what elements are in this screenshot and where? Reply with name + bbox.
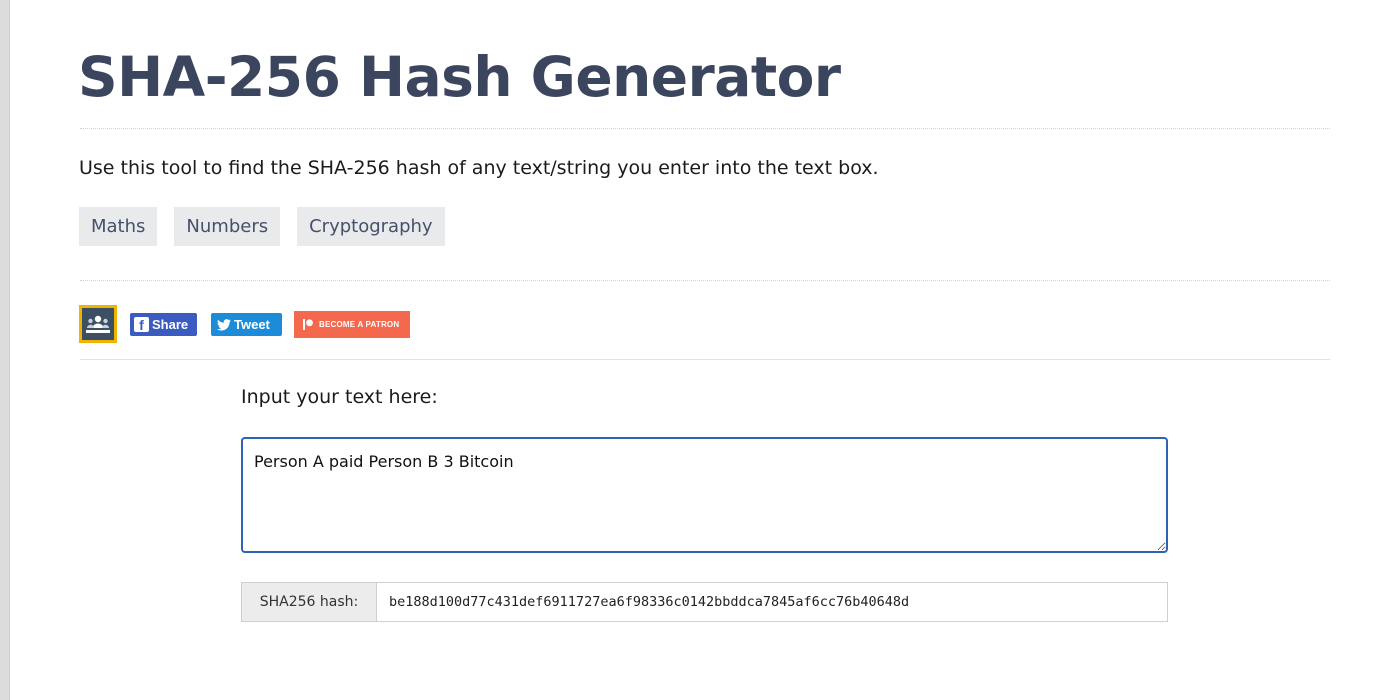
title-divider — [80, 128, 1330, 129]
tag-cryptography[interactable]: Cryptography — [297, 207, 445, 246]
facebook-share-label: Share — [152, 317, 189, 332]
tag-maths[interactable]: Maths — [79, 207, 158, 246]
twitter-tweet-label: Tweet — [234, 317, 270, 332]
twitter-bird-icon — [217, 318, 231, 331]
hash-value[interactable]: be188d100d77c431def6911727ea6f98336c0142… — [377, 583, 1167, 621]
social-divider — [80, 359, 1330, 360]
page-title: SHA-256 Hash Generator — [78, 45, 841, 109]
tag-list: Maths Numbers Cryptography — [79, 207, 445, 246]
tags-divider — [80, 280, 1330, 281]
page-edge-scrollbar — [0, 0, 10, 700]
facebook-icon: f — [134, 317, 149, 333]
twitter-tweet-button[interactable]: Tweet — [211, 313, 282, 336]
page-description: Use this tool to find the SHA-256 hash o… — [79, 157, 879, 179]
text-input[interactable]: Person A paid Person B 3 Bitcoin — [241, 437, 1168, 553]
input-label: Input your text here: — [241, 386, 438, 408]
google-classroom-icon — [82, 308, 114, 340]
patreon-icon — [303, 319, 313, 330]
patreon-label: BECOME A PATRON — [319, 320, 400, 329]
hash-label: SHA256 hash: — [242, 583, 377, 621]
facebook-share-button[interactable]: f Share — [130, 313, 197, 336]
tag-numbers[interactable]: Numbers — [174, 207, 281, 246]
google-classroom-button[interactable] — [79, 305, 117, 343]
patreon-button[interactable]: BECOME A PATRON — [294, 311, 410, 338]
hash-output: SHA256 hash: be188d100d77c431def6911727e… — [241, 582, 1168, 622]
